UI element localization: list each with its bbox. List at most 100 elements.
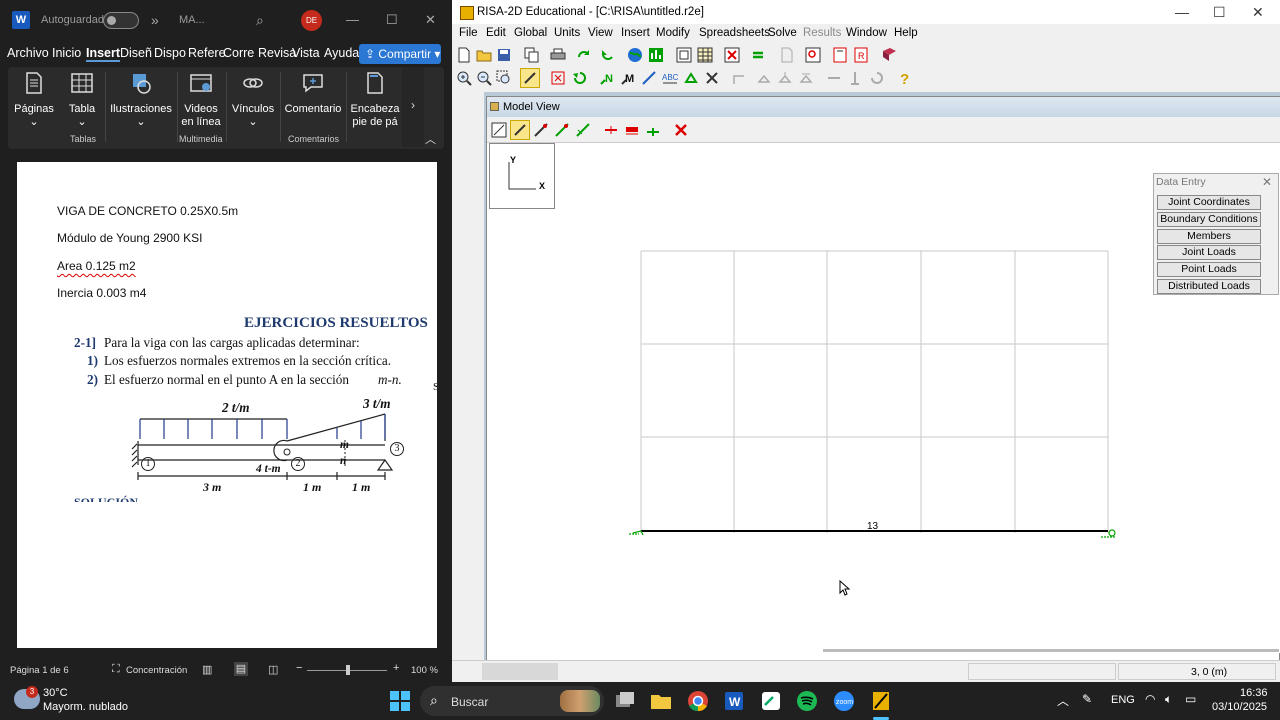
tab-vista[interactable]: Vista <box>292 46 320 60</box>
menu-global[interactable]: Global <box>514 27 547 39</box>
draw-frame-icon[interactable] <box>489 120 509 140</box>
load-tool-2-icon[interactable] <box>775 68 795 88</box>
task-view-icon[interactable] <box>613 689 637 713</box>
maximize-icon[interactable]: ☐ <box>1213 4 1226 21</box>
menu-view[interactable]: View <box>588 27 613 39</box>
avatar[interactable]: DE <box>301 10 322 31</box>
zoom-box-icon[interactable] <box>494 68 514 88</box>
close-icon[interactable]: ✕ <box>1262 175 1272 189</box>
wifi-icon[interactable]: ◠ <box>1145 692 1155 706</box>
help-icon[interactable]: ? <box>894 68 914 88</box>
zoom-app-icon[interactable]: zoom <box>832 689 856 713</box>
model-view-titlebar[interactable]: Model View <box>487 97 1280 117</box>
focus-mode[interactable]: Concentración <box>126 665 187 676</box>
close-icon[interactable]: ✕ <box>1252 4 1264 21</box>
tab-revisar[interactable]: Revisa <box>258 46 296 60</box>
zoom-in-icon[interactable]: + <box>393 662 399 674</box>
equals-icon[interactable] <box>748 45 768 65</box>
joint-coordinates-button[interactable]: Joint Coordinates <box>1157 195 1261 210</box>
draw-member-label-icon[interactable]: M <box>618 68 638 88</box>
print-layout-icon[interactable]: ▤ <box>234 662 248 676</box>
copy-icon[interactable] <box>522 45 542 65</box>
draw-joints-icon[interactable] <box>552 120 572 140</box>
draw-point-load-icon[interactable] <box>601 120 621 140</box>
language-indicator[interactable]: ENG <box>1111 694 1135 706</box>
pen-tray-icon[interactable]: ✎ <box>1082 692 1092 706</box>
ribbon-scroll-right-icon[interactable]: › <box>402 67 424 147</box>
delete-joints-icon[interactable] <box>702 68 722 88</box>
more-commands-icon[interactable]: » <box>151 12 159 28</box>
focus-icon[interactable]: ⛶ <box>112 663 120 676</box>
read-mode-icon[interactable]: ▥ <box>202 663 212 676</box>
search-icon[interactable]: ⌕ <box>256 12 264 29</box>
menu-help[interactable]: Help <box>894 27 918 39</box>
menu-spreadsheets[interactable]: Spreadsheets <box>699 27 770 39</box>
word-taskbar-icon[interactable]: W <box>722 689 746 713</box>
document-name[interactable]: MA... <box>179 14 205 26</box>
draw-member-icon[interactable] <box>520 68 540 88</box>
taskbar-search-box[interactable]: ⌕ Buscar <box>420 686 604 716</box>
file-explorer-icon[interactable] <box>649 689 673 713</box>
clear-results-icon[interactable] <box>722 45 742 65</box>
draw-members-icon[interactable] <box>531 120 551 140</box>
page-count[interactable]: Página 1 de 6 <box>10 665 69 676</box>
videos-button[interactable]: Videos en línea <box>180 71 222 129</box>
maximize-icon[interactable]: ☐ <box>386 12 398 28</box>
zoom-out-icon[interactable] <box>474 68 494 88</box>
joint-loads-button[interactable]: Joint Loads <box>1157 245 1261 260</box>
tab-ayuda[interactable]: Ayuda <box>324 46 359 60</box>
comentario-button[interactable]: Comentario <box>284 71 342 116</box>
zoom-level[interactable]: 100 % <box>411 665 438 676</box>
zoom-in-icon[interactable] <box>454 68 474 88</box>
draw-boundary-icon[interactable] <box>573 120 593 140</box>
document-page[interactable]: VIGA DE CONCRETO 0.25X0.5m Módulo de You… <box>17 162 437 648</box>
zoom-slider-thumb[interactable] <box>346 665 350 675</box>
zoom-out-icon[interactable]: − <box>296 662 302 674</box>
spotify-icon[interactable] <box>795 689 819 713</box>
battery-icon[interactable]: ▭ <box>1185 692 1196 706</box>
weather-desc[interactable]: Mayorm. nublado <box>43 701 128 713</box>
menu-units[interactable]: Units <box>554 27 580 39</box>
tab-diseno[interactable]: Diseñ <box>120 46 152 60</box>
members-button[interactable]: Members <box>1157 229 1261 244</box>
close-icon[interactable]: ✕ <box>425 12 436 28</box>
encabezado-button[interactable]: Encabeza pie de pá <box>350 71 400 129</box>
draw-joint-load-icon[interactable] <box>643 120 663 140</box>
full-view-icon[interactable] <box>548 68 568 88</box>
undo-icon[interactable] <box>569 68 589 88</box>
save-icon[interactable] <box>494 45 514 65</box>
line-tool-icon[interactable] <box>639 68 659 88</box>
tab-disposicion[interactable]: Dispo <box>154 46 186 60</box>
whiteboard-icon[interactable] <box>759 689 783 713</box>
menu-results[interactable]: Results <box>803 27 841 39</box>
risa-taskbar-icon[interactable] <box>869 689 893 713</box>
menu-solve[interactable]: Solve <box>768 27 797 39</box>
horizontal-scrollbar[interactable] <box>823 649 1279 652</box>
menu-modify[interactable]: Modify <box>656 27 690 39</box>
windows-start-icon[interactable] <box>388 689 412 713</box>
new-file-icon[interactable] <box>454 45 474 65</box>
report-icon[interactable] <box>777 45 797 65</box>
point-load-icon[interactable] <box>824 68 844 88</box>
green-chart-icon[interactable] <box>646 45 666 65</box>
minimize-icon[interactable]: — <box>1175 4 1189 20</box>
tab-archivo[interactable]: Archivo <box>7 46 49 60</box>
open-file-icon[interactable] <box>474 45 494 65</box>
distributed-loads-button[interactable]: Distributed Loads <box>1157 279 1261 294</box>
chrome-icon[interactable] <box>686 689 710 713</box>
boundary-icon[interactable] <box>681 68 701 88</box>
volume-icon[interactable]: 🔈︎ <box>1165 692 1172 707</box>
draw-joint-label-icon[interactable]: N <box>597 68 617 88</box>
distributed-load-icon[interactable] <box>845 68 865 88</box>
minimize-icon[interactable]: — <box>346 12 359 27</box>
joint-labels-icon[interactable]: ABC <box>660 68 680 88</box>
results-report-icon[interactable]: R <box>851 45 871 65</box>
load-tool-1-icon[interactable] <box>754 68 774 88</box>
tab-correspondencia[interactable]: Corre <box>223 46 254 60</box>
model-canvas[interactable]: Y X 13 Data Entry ✕ Joint Coordinates Bo… <box>487 143 1280 653</box>
collapse-ribbon-icon[interactable]: ︿ <box>425 131 436 147</box>
find-icon[interactable] <box>803 45 823 65</box>
autosave-toggle[interactable] <box>103 12 139 29</box>
member-release-icon[interactable] <box>730 68 750 88</box>
load-tool-3-icon[interactable] <box>796 68 816 88</box>
